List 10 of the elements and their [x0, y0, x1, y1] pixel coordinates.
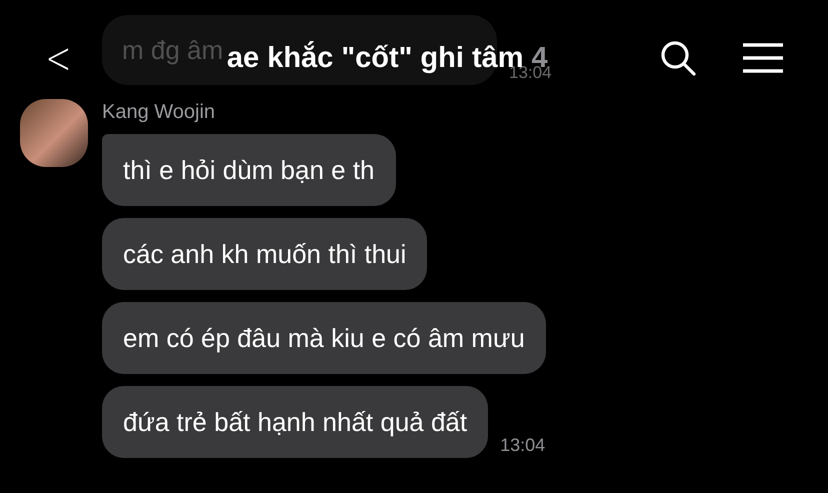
message-bubble: đứa trẻ bất hạnh nhất quả đất	[102, 386, 488, 458]
avatar[interactable]	[20, 99, 88, 167]
back-button[interactable]: <	[46, 32, 72, 84]
message-bubble: các anh kh muốn thì thui	[102, 218, 428, 290]
message-time: 13:04	[500, 435, 546, 456]
search-icon[interactable]	[660, 40, 696, 76]
message-bubble: em có ép đâu mà kiu e có âm mưu	[102, 302, 546, 374]
menu-icon[interactable]	[742, 43, 784, 73]
sender-name: Kang Woojin	[102, 101, 216, 124]
message-bubble: thì e hỏi dùm bạn e th	[102, 134, 396, 206]
